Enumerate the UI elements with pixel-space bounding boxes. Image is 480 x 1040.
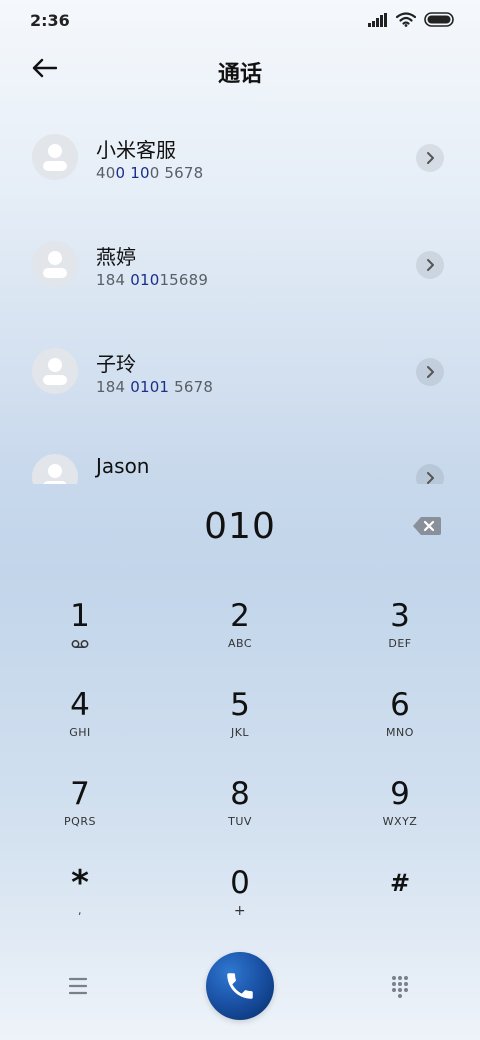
key-hash[interactable]: # <box>340 863 460 943</box>
status-icons <box>368 12 454 31</box>
avatar <box>32 134 78 180</box>
dialed-number[interactable]: 010 <box>0 506 480 547</box>
menu-icon <box>68 977 88 995</box>
avatar <box>32 241 78 287</box>
contact-number: 184 01015689 <box>96 271 209 289</box>
call-button[interactable] <box>206 952 274 1020</box>
dialpad-icon <box>392 976 408 998</box>
delete-button[interactable] <box>412 515 442 537</box>
contact-number: 400 100 5678 <box>96 164 204 182</box>
dialpad-toggle-button[interactable] <box>386 973 414 1001</box>
chevron-right-icon <box>427 472 434 484</box>
contact-name: 小米客服 <box>96 138 176 162</box>
wifi-icon <box>395 12 417 31</box>
keypad: 1 2 ABC 3 DEF 4 GHI 5 JKL 6 MNO 7 PQRS 8… <box>0 580 480 940</box>
chevron-right-icon <box>427 259 434 271</box>
contact-name: Jason <box>96 454 150 478</box>
key-4[interactable]: 4 GHI <box>20 685 140 765</box>
status-bar: 2:36 <box>0 0 480 40</box>
contact-row[interactable]: 燕婷 184 01015689 <box>0 211 480 317</box>
contact-name: 燕婷 <box>96 245 136 269</box>
contact-number: 184 0101 5678 <box>96 378 214 396</box>
key-2[interactable]: 2 ABC <box>180 596 300 676</box>
key-3[interactable]: 3 DEF <box>340 596 460 676</box>
page-title: 通话 <box>217 62 262 87</box>
dial-display: 010 <box>0 500 480 556</box>
battery-icon <box>424 12 454 31</box>
person-icon <box>43 251 67 278</box>
chevron-right-icon <box>427 366 434 378</box>
person-icon <box>43 464 67 484</box>
person-icon <box>43 144 67 171</box>
chevron-right-icon <box>427 152 434 164</box>
key-6[interactable]: 6 MNO <box>340 685 460 765</box>
contact-detail-button[interactable] <box>416 251 444 279</box>
bottom-bar <box>0 945 480 1035</box>
menu-button[interactable] <box>64 973 92 999</box>
contact-row[interactable]: Jason <box>0 424 480 484</box>
backspace-icon <box>413 517 441 535</box>
header: 通话 <box>0 44 480 96</box>
contact-detail-button[interactable] <box>416 358 444 386</box>
key-5[interactable]: 5 JKL <box>180 685 300 765</box>
contact-detail-button[interactable] <box>416 464 444 484</box>
phone-icon <box>227 973 253 999</box>
contact-detail-button[interactable] <box>416 144 444 172</box>
key-1[interactable]: 1 <box>20 596 140 676</box>
key-8[interactable]: 8 TUV <box>180 774 300 854</box>
signal-icon <box>368 12 388 31</box>
contact-suggestions-list: 小米客服 400 100 5678 燕婷 184 01015689 子玲 184… <box>0 104 480 484</box>
avatar <box>32 454 78 484</box>
avatar <box>32 348 78 394</box>
key-7[interactable]: 7 PQRS <box>20 774 140 854</box>
voicemail-icon <box>71 640 89 648</box>
contact-name: 子玲 <box>96 352 136 376</box>
person-icon <box>43 358 67 385</box>
key-star[interactable]: * , <box>20 863 140 943</box>
contact-row[interactable]: 小米客服 400 100 5678 <box>0 104 480 210</box>
contact-row[interactable]: 子玲 184 0101 5678 <box>0 318 480 424</box>
status-time: 2:36 <box>30 11 70 30</box>
key-9[interactable]: 9 WXYZ <box>340 774 460 854</box>
key-0[interactable]: 0 + <box>180 863 300 943</box>
